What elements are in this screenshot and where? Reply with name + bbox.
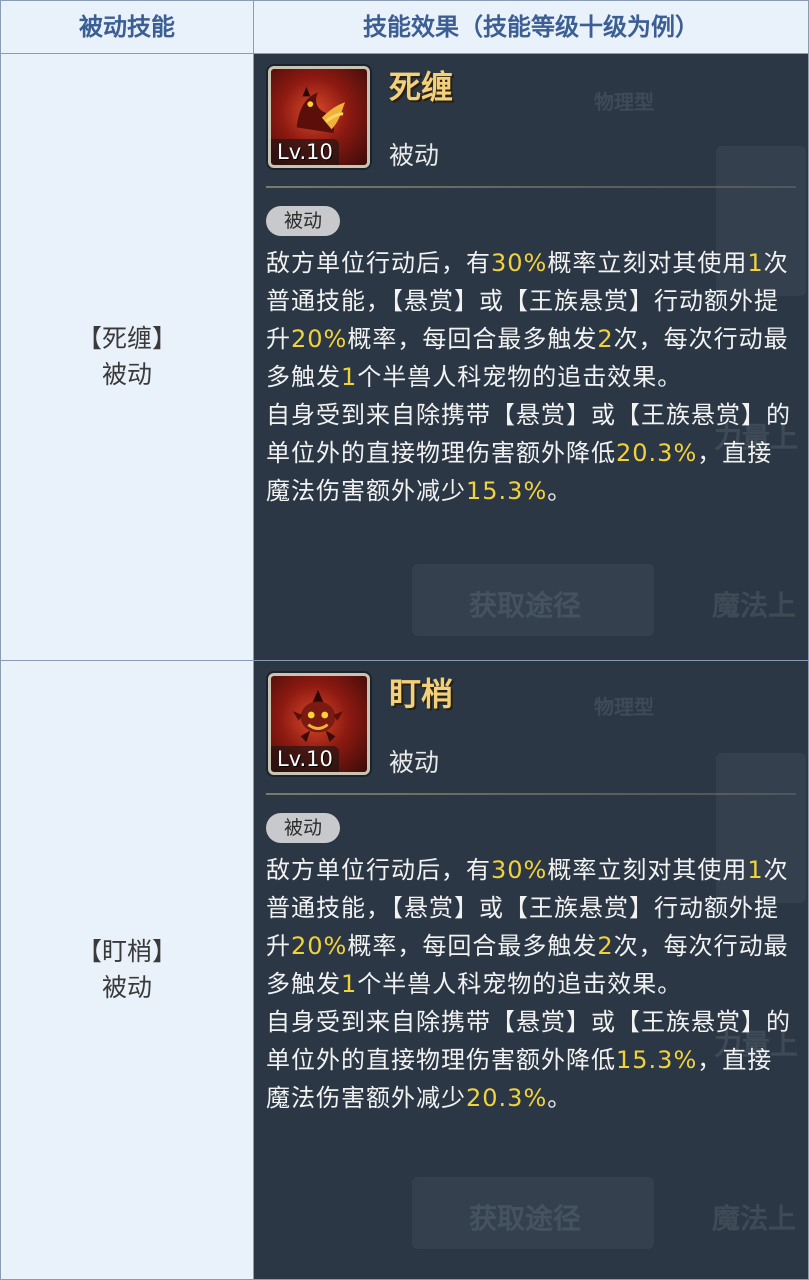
description-text: 个半兽人科宠物的追击效果。 [357,970,683,998]
header-passive-skill: 被动技能 [1,1,254,53]
passive-tag: 被动 [266,813,341,843]
skill-description: 敌方单位行动后，有30%概率立刻对其使用1次普通技能，【悬赏】或【王族悬赏】行动… [266,851,796,1117]
description-paragraph: 自身受到来自除携带【悬赏】或【王族悬赏】的单位外的直接物理伤害额外降低20.3%… [266,401,791,505]
skill-name-cell: 【死缠】 被动 [1,54,254,660]
highlight-value: 1 [747,856,764,884]
highlight-value: 20% [291,325,348,353]
highlight-value: 1 [341,970,358,998]
level-badge: Lv.10 [271,139,339,165]
description-text: 概率立刻对其使用 [547,856,748,884]
skill-name-cell: 【盯梢】 被动 [1,661,254,1279]
divider [266,793,796,795]
ghost-type-label: 物理型 [594,90,654,114]
table-row: 【死缠】 被动 物理型 力量上 获取途径 魔法上 Lv.10 死缠 被动 被动 … [1,54,808,661]
highlight-value: 15.3% [616,1046,698,1074]
skill-name-bracketed: 【死缠】 [76,324,177,353]
skill-name-bracketed: 【盯梢】 [76,937,177,966]
highlight-value: 1 [747,249,764,277]
skill-type: 被动 [389,141,440,170]
highlight-value: 15.3% [466,477,548,505]
ghost-stat: 魔法上 [712,1202,797,1235]
table-row: 【盯梢】 被动 物理型 力量上 获取途径 魔法上 Lv.10 盯梢 被动 被动 … [1,661,808,1279]
skill-screenshot: 物理型 力量上 获取途径 魔法上 Lv.10 死缠 被动 被动 敌方单位行动后，… [254,54,808,660]
red-goblin-face-icon [292,689,344,743]
description-text: 。 [547,1084,573,1112]
skill-icon[interactable]: Lv.10 [268,673,370,775]
divider [266,186,796,188]
description-text: 敌方单位行动后，有 [266,249,491,277]
skill-kind: 被动 [101,973,152,1002]
highlight-value: 20.3% [466,1084,548,1112]
description-text: 个半兽人科宠物的追击效果。 [357,363,683,391]
passive-tag: 被动 [266,206,341,236]
highlight-value: 20% [291,932,348,960]
description-paragraph: 自身受到来自除携带【悬赏】或【王族悬赏】的单位外的直接物理伤害额外降低15.3%… [266,1008,791,1112]
level-badge: Lv.10 [271,746,339,772]
ghost-stat: 魔法上 [712,589,797,622]
skill-table: 被动技能 技能效果（技能等级十级为例） 【死缠】 被动 物理型 力量上 获取途径… [0,0,809,1280]
description-paragraph: 敌方单位行动后，有30%概率立刻对其使用1次普通技能，【悬赏】或【王族悬赏】行动… [266,856,789,998]
ghost-button-label: 获取途径 [469,589,582,622]
skill-kind: 被动 [101,360,152,389]
ghost-type-label: 物理型 [594,695,654,719]
description-text: 敌方单位行动后，有 [266,856,491,884]
highlight-value: 2 [597,325,614,353]
ghost-button-label: 获取途径 [469,1202,582,1235]
table-header: 被动技能 技能效果（技能等级十级为例） [1,1,808,54]
skill-icon[interactable]: Lv.10 [268,66,370,168]
skill-description: 敌方单位行动后，有30%概率立刻对其使用1次普通技能，【悬赏】或【王族悬赏】行动… [266,244,796,510]
description-text: 概率，每回合最多触发 [347,325,598,353]
skill-screenshot: 物理型 力量上 获取途径 魔法上 Lv.10 盯梢 被动 被动 敌方单位行动后，… [254,661,808,1279]
description-text: 概率立刻对其使用 [547,249,748,277]
header-skill-effect: 技能效果（技能等级十级为例） [363,13,699,41]
highlight-value: 20.3% [616,439,698,467]
highlight-value: 30% [491,856,548,884]
highlight-value: 2 [597,932,614,960]
description-text: 概率，每回合最多触发 [347,932,598,960]
skill-title: 盯梢 [389,675,454,713]
description-text: 。 [547,477,573,505]
highlight-value: 1 [341,363,358,391]
skill-title: 死缠 [389,68,454,106]
skill-type: 被动 [389,748,440,777]
description-paragraph: 敌方单位行动后，有30%概率立刻对其使用1次普通技能，【悬赏】或【王族悬赏】行动… [266,249,789,391]
red-beast-claw-icon [296,86,346,134]
highlight-value: 30% [491,249,548,277]
